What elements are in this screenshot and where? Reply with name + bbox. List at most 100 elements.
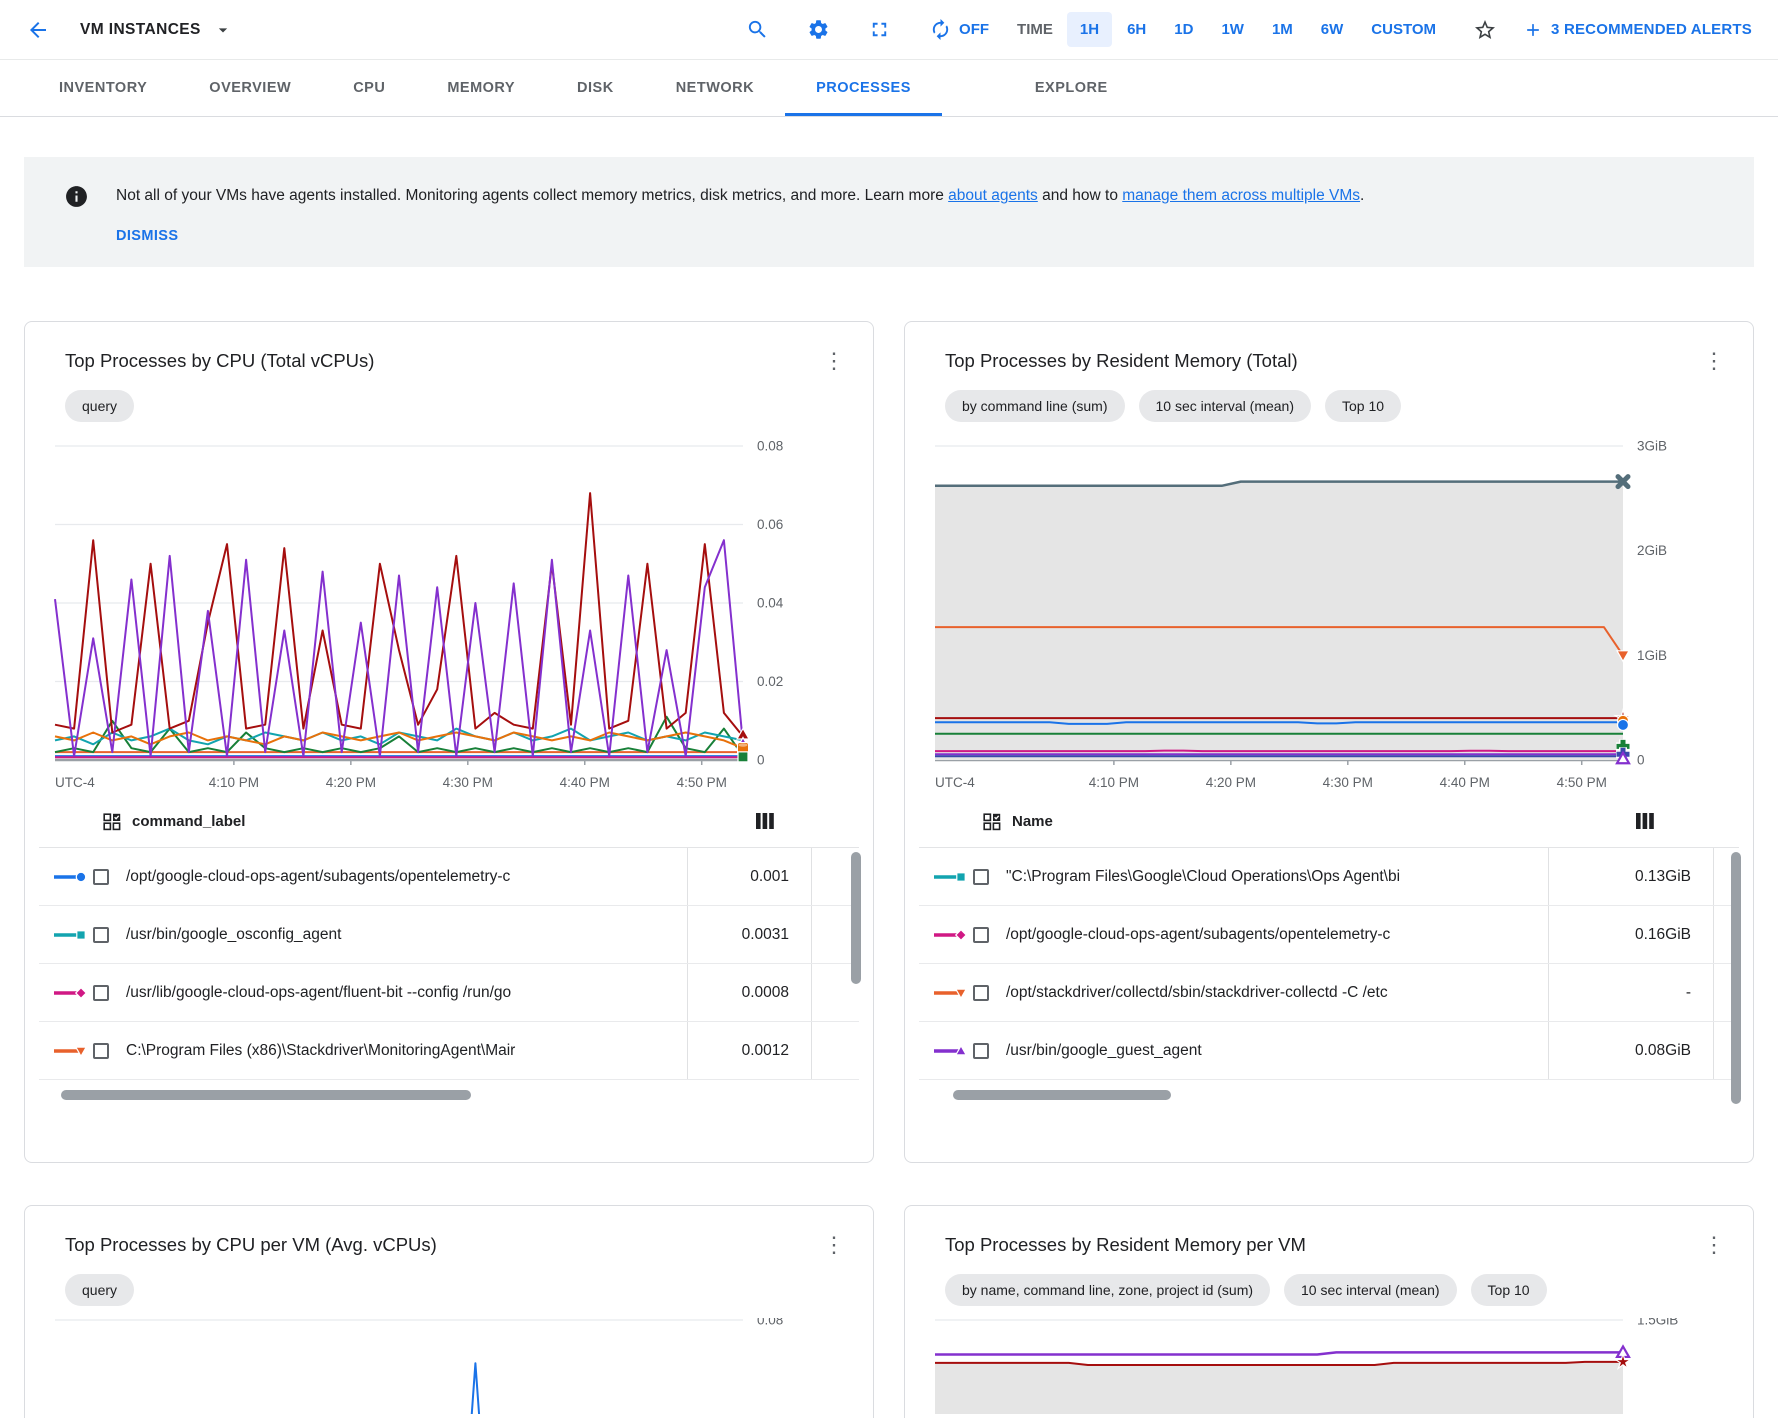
process-name: /usr/bin/google_guest_agent [1006,1042,1548,1060]
row-checkbox[interactable] [973,927,989,943]
search-icon [746,18,769,41]
tab-cpu[interactable]: CPU [322,60,416,116]
process-value: 0.001 [687,848,811,905]
series-marker [53,985,93,1001]
interval-chip[interactable]: 10 sec interval (mean) [1284,1274,1457,1306]
top10-chip[interactable]: Top 10 [1325,390,1401,422]
card-menu-button[interactable]: ⋮ [1695,1232,1733,1258]
grouping-chip[interactable]: by command line (sum) [945,390,1125,422]
page-title[interactable]: VM INSTANCES [80,21,201,39]
tab-processes[interactable]: PROCESSES [785,60,942,116]
process-name: /opt/stackdriver/collectd/sbin/stackdriv… [1006,984,1548,1002]
horizontal-scrollbar[interactable] [61,1090,859,1100]
row-checkbox[interactable] [93,927,109,943]
time-range-custom[interactable]: CUSTOM [1358,12,1449,47]
card-cpu-total: Top Processes by CPU (Total vCPUs) ⋮ que… [24,321,874,1163]
card-menu-button[interactable]: ⋮ [815,1232,853,1258]
horizontal-scrollbar-thumb[interactable] [953,1090,1171,1100]
card-memory-per-vm: Top Processes by Resident Memory per VM … [904,1205,1754,1418]
columns-icon[interactable] [755,812,775,830]
fullscreen-button[interactable] [868,18,891,41]
search-button[interactable] [746,18,769,41]
vertical-scrollbar-thumb[interactable] [851,852,861,984]
plus-icon [1523,20,1543,40]
process-name: /usr/bin/google_osconfig_agent [126,926,687,944]
row-checkbox[interactable] [973,869,989,885]
cpu-total-chart[interactable]: 0.080.060.040.020UTC-44:10 PM4:20 PM4:30… [51,434,811,796]
table-header-label: command_label [132,813,245,830]
time-range-1m[interactable]: 1M [1259,12,1306,47]
top10-chip[interactable]: Top 10 [1471,1274,1547,1306]
tab-bar: INVENTORY OVERVIEW CPU MEMORY DISK NETWO… [0,60,1778,117]
time-range-1h[interactable]: 1H [1067,12,1112,47]
process-name: "C:\Program Files\Google\Cloud Operation… [1006,868,1548,886]
table-header-row: Name [919,796,1739,848]
card-menu-button[interactable]: ⋮ [815,348,853,374]
row-checkbox[interactable] [93,985,109,1001]
settings-button[interactable] [807,18,830,41]
vertical-scrollbar-thumb[interactable] [1731,852,1741,1104]
table-row: /opt/google-cloud-ops-agent/subagents/op… [919,906,1739,964]
interval-chip[interactable]: 10 sec interval (mean) [1139,390,1312,422]
svg-text:4:40 PM: 4:40 PM [1440,775,1490,790]
svg-text:2GiB: 2GiB [1637,543,1667,558]
query-chip[interactable]: query [65,390,134,422]
card-memory-total: Top Processes by Resident Memory (Total)… [904,321,1754,1163]
select-series-icon[interactable] [983,813,1001,831]
banner-text-middle: and how to [1038,187,1122,204]
table-header-label: Name [1012,813,1053,830]
svg-text:UTC-4: UTC-4 [55,775,95,790]
row-checkbox[interactable] [973,985,989,1001]
recommended-alerts-button[interactable]: 3 RECOMMENDED ALERTS [1523,20,1752,40]
svg-text:3GiB: 3GiB [1637,439,1667,454]
tab-memory[interactable]: MEMORY [416,60,546,116]
tab-disk[interactable]: DISK [546,60,645,116]
horizontal-scrollbar[interactable] [941,1090,1739,1100]
series-marker [933,927,973,943]
svg-text:4:20 PM: 4:20 PM [1206,775,1256,790]
tab-overview[interactable]: OVERVIEW [178,60,322,116]
back-button[interactable] [26,18,50,42]
card-title: Top Processes by Resident Memory (Total) [945,350,1693,372]
grouping-chip[interactable]: by name, command line, zone, project id … [945,1274,1270,1306]
time-range-6w[interactable]: 6W [1308,12,1357,47]
tab-network[interactable]: NETWORK [645,60,785,116]
process-value: 0.16GiB [1548,906,1713,963]
auto-refresh-toggle[interactable]: OFF [929,18,989,41]
process-value: 0.13GiB [1548,848,1713,905]
table-header-row: command_label [39,796,859,848]
card-title: Top Processes by Resident Memory per VM [945,1234,1693,1256]
query-chip[interactable]: query [65,1274,134,1306]
time-range-1d[interactable]: 1D [1161,12,1206,47]
chevron-down-icon[interactable] [213,20,233,40]
row-checkbox[interactable] [973,1043,989,1059]
memory-total-chart[interactable]: 3GiB2GiB1GiB0UTC-44:10 PM4:20 PM4:30 PM4… [931,434,1691,796]
table-row: /usr/lib/google-cloud-ops-agent/fluent-b… [39,964,859,1022]
about-agents-link[interactable]: about agents [948,187,1038,204]
row-checkbox[interactable] [93,869,109,885]
tab-explore[interactable]: EXPLORE [1004,60,1139,116]
manage-vms-link[interactable]: manage them across multiple VMs [1122,187,1360,204]
dismiss-button[interactable]: DISMISS [116,228,178,244]
memory-per-vm-chart[interactable]: 1.5GiB [931,1318,1691,1414]
vertical-scrollbar[interactable] [1731,852,1741,1104]
time-label: TIME [1017,21,1053,38]
tab-inventory[interactable]: INVENTORY [28,60,178,116]
fullscreen-icon [868,18,891,41]
vertical-scrollbar[interactable] [851,852,861,984]
svg-text:4:10 PM: 4:10 PM [1089,775,1139,790]
select-series-icon[interactable] [103,813,121,831]
horizontal-scrollbar-thumb[interactable] [61,1090,471,1100]
time-range-1w[interactable]: 1W [1208,12,1257,47]
card-menu-button[interactable]: ⋮ [1695,348,1733,374]
process-value: 0.08GiB [1548,1022,1713,1079]
time-range-6h[interactable]: 6H [1114,12,1159,47]
chip-row: query [65,390,833,422]
cpu-per-vm-chart[interactable]: 0.08 [51,1318,811,1414]
table-row: C:\Program Files (x86)\Stackdriver\Monit… [39,1022,859,1080]
row-checkbox[interactable] [93,1043,109,1059]
favorite-button[interactable] [1473,18,1497,42]
svg-text:0.08: 0.08 [757,439,783,454]
columns-icon[interactable] [1635,812,1655,830]
svg-text:4:50 PM: 4:50 PM [1557,775,1607,790]
